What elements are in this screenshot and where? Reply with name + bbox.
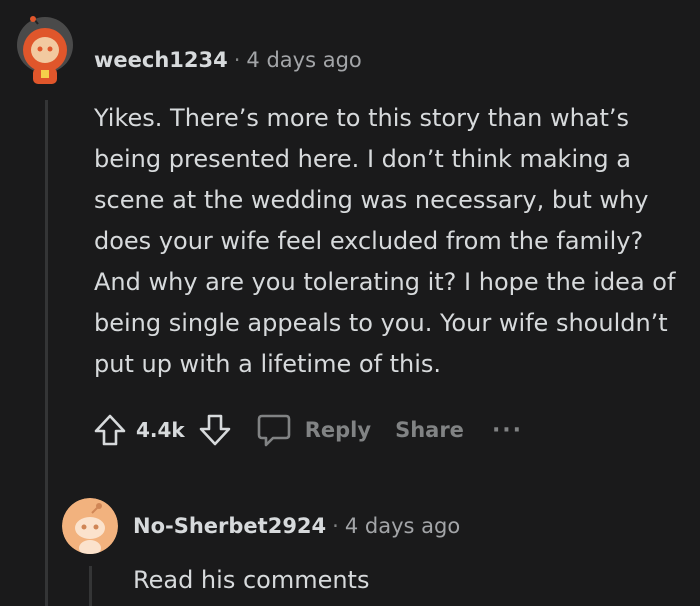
reply-avatar[interactable]	[62, 498, 118, 554]
comment-timestamp[interactable]: 4 days ago	[246, 48, 361, 72]
thread-line[interactable]	[45, 100, 48, 606]
reply-meta: No-Sherbet2924 · 4 days ago	[133, 514, 460, 538]
share-button[interactable]: Share	[395, 418, 464, 442]
meta-separator: ·	[233, 48, 241, 72]
comment-meta: weech1234 · 4 days ago	[94, 48, 362, 72]
reply-thread-line[interactable]	[89, 566, 92, 606]
reply-body: Read his comments	[133, 566, 370, 594]
reply-label: Reply	[304, 418, 372, 442]
reply-username[interactable]: No-Sherbet2924	[133, 514, 326, 538]
reply-button[interactable]: Reply	[255, 411, 371, 449]
vote-count: 4.4k	[136, 418, 185, 442]
comment-action-bar: 4.4k Reply Share ···	[92, 409, 523, 451]
comment-username[interactable]: weech1234	[94, 48, 228, 72]
downvote-icon[interactable]	[197, 412, 233, 448]
meta-separator: ·	[332, 514, 339, 538]
upvote-icon[interactable]	[92, 412, 128, 448]
more-options-button[interactable]: ···	[492, 418, 523, 443]
snoo-default-avatar-icon	[62, 498, 118, 554]
snoo-avatar-icon	[17, 16, 73, 84]
user-avatar[interactable]	[16, 16, 74, 86]
reply-timestamp[interactable]: 4 days ago	[345, 514, 460, 538]
comment-bubble-icon	[255, 411, 293, 449]
comment-body: Yikes. There’s more to this story than w…	[94, 104, 676, 378]
